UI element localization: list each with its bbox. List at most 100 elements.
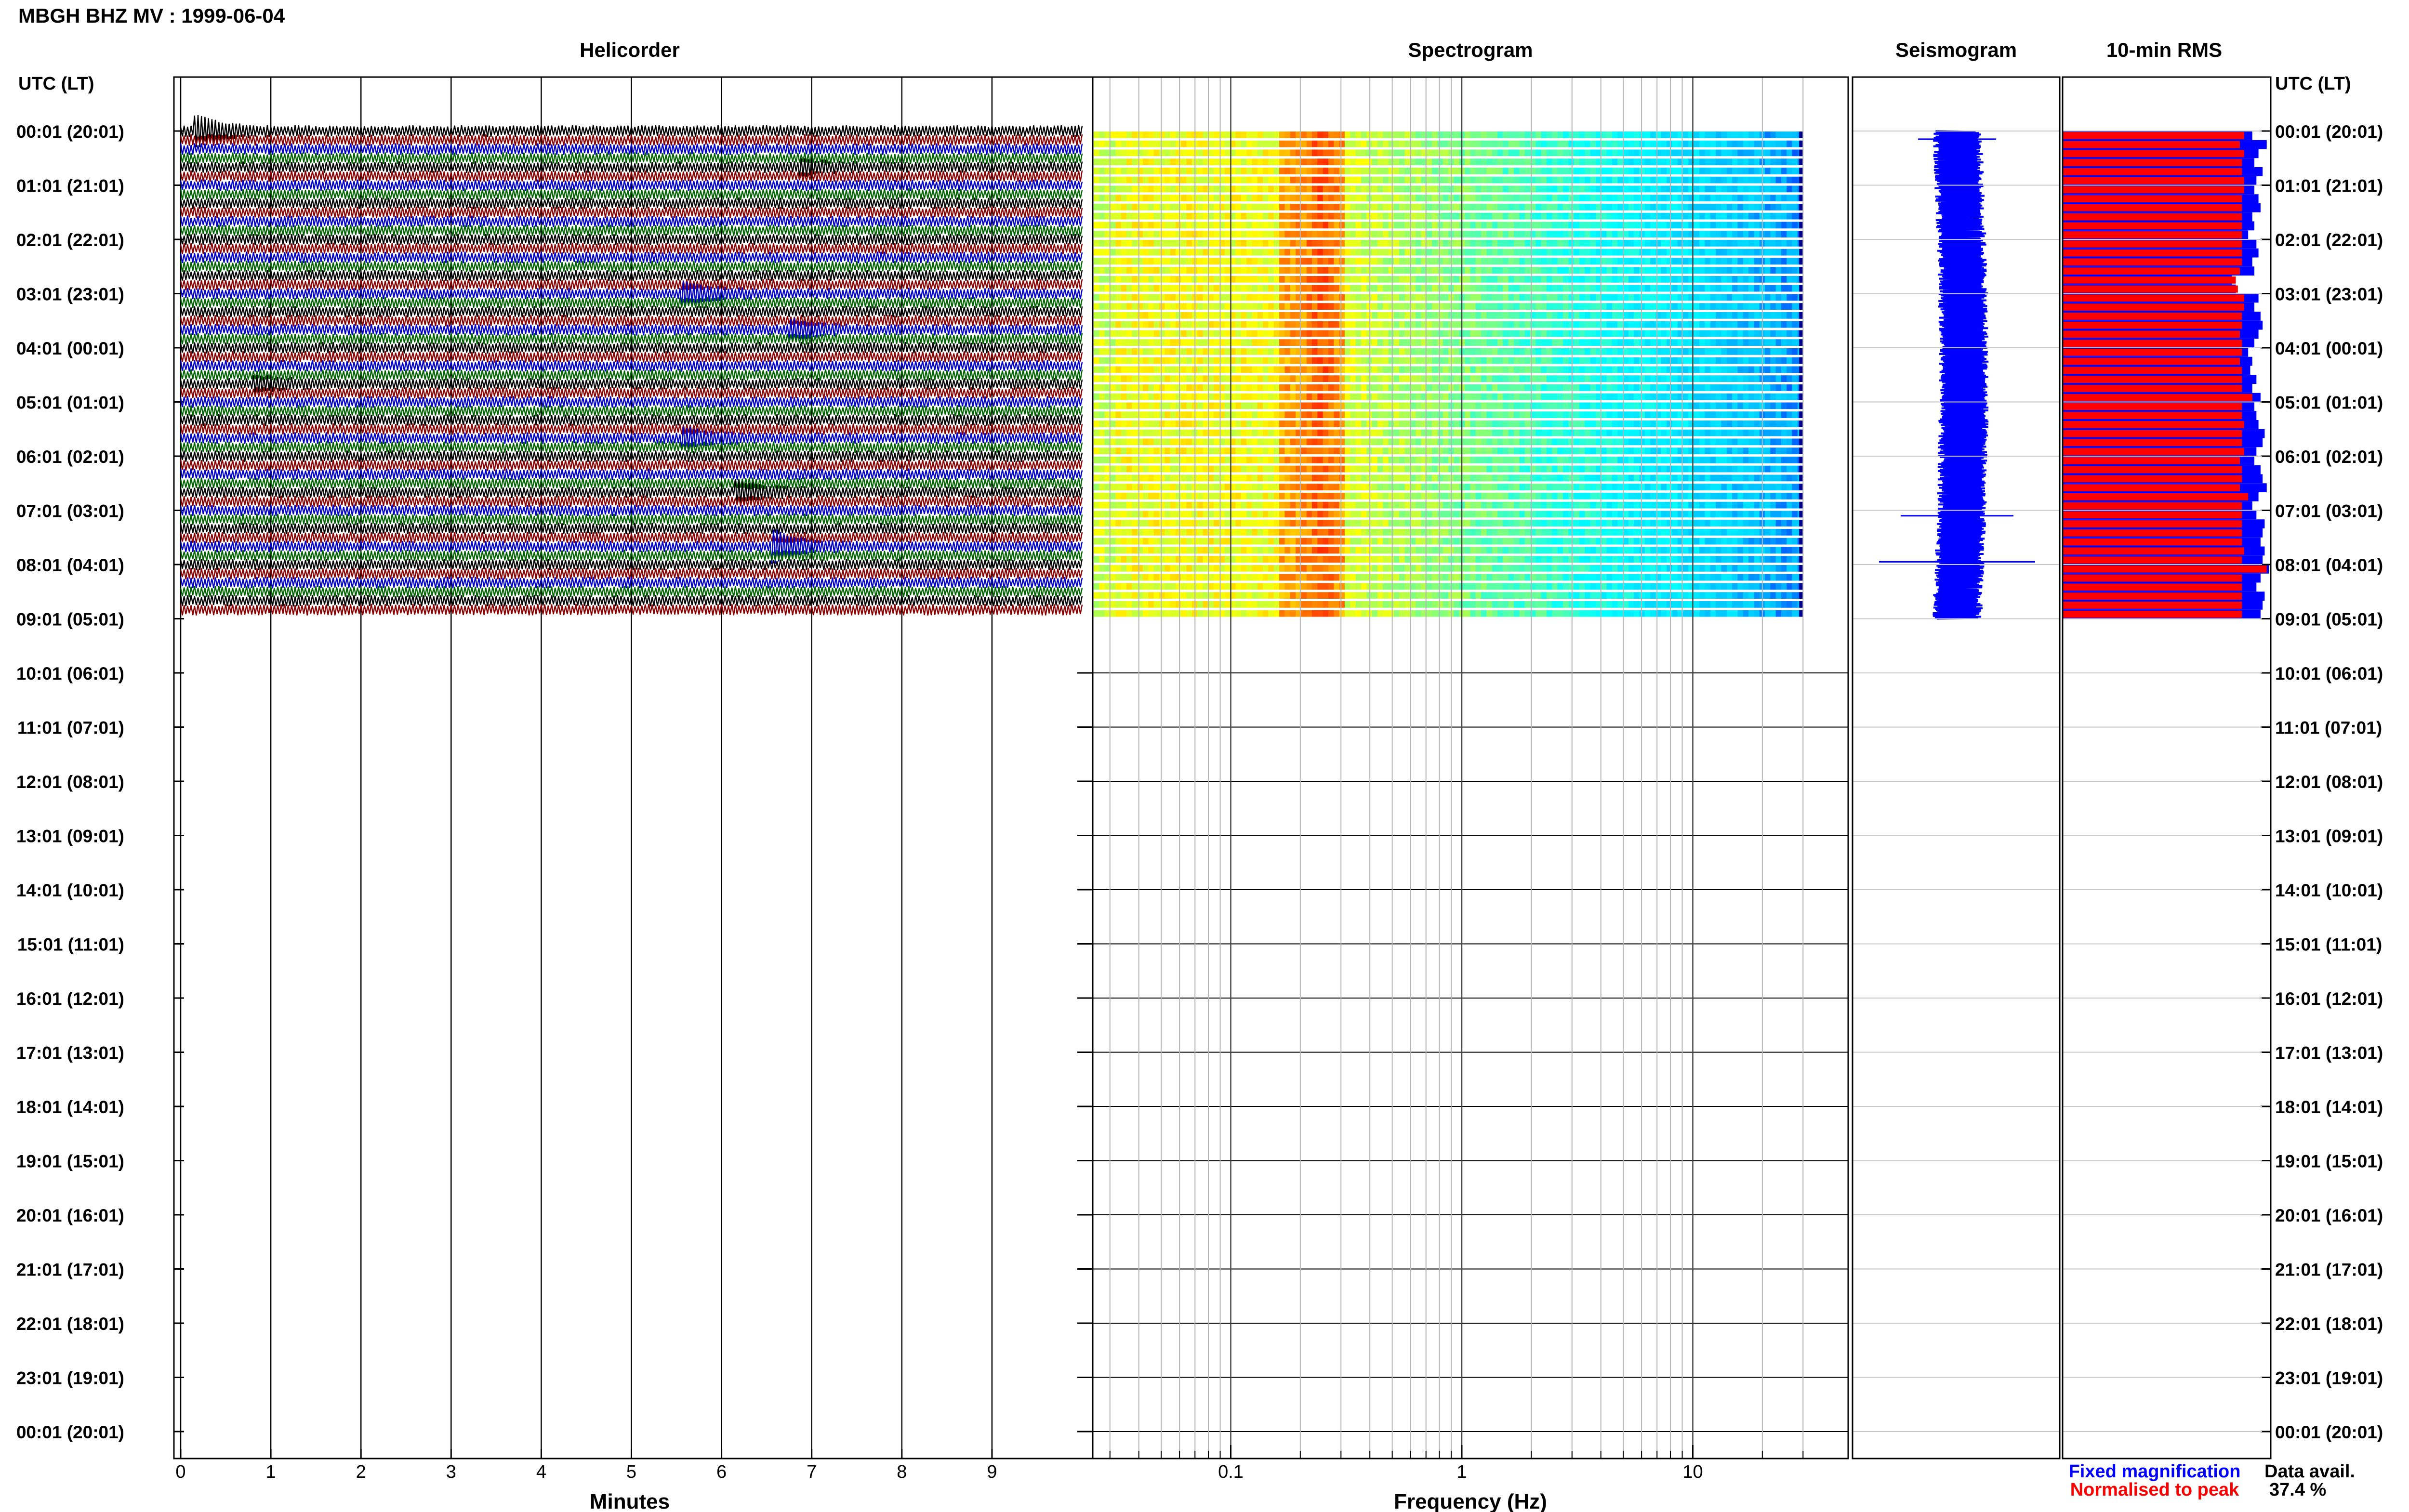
time-label-left: 00:01 (20:01) bbox=[16, 1422, 124, 1442]
helicorder-x-tick: 6 bbox=[716, 1462, 727, 1482]
rms-bar-normalised bbox=[2063, 385, 2242, 392]
rms-bar-normalised bbox=[2063, 249, 2242, 257]
rms-bar-normalised bbox=[2063, 168, 2242, 175]
time-label-left: 15:01 (11:01) bbox=[17, 935, 124, 955]
time-label-right: 07:01 (03:01) bbox=[2275, 501, 2383, 521]
time-label-left: 04:01 (00:01) bbox=[16, 339, 124, 358]
time-label-left: 19:01 (15:01) bbox=[16, 1152, 124, 1171]
rms-bar-normalised bbox=[2063, 376, 2242, 383]
rms-bar-normalised bbox=[2063, 313, 2242, 320]
rms-bar-normalised bbox=[2063, 574, 2242, 582]
rms-bar-normalised bbox=[2063, 276, 2236, 284]
rms-bar-normalised bbox=[2063, 294, 2244, 302]
rms-bar-normalised bbox=[2063, 547, 2244, 555]
time-label-right: 22:01 (18:01) bbox=[2275, 1314, 2383, 1334]
time-label-right: 19:01 (15:01) bbox=[2275, 1152, 2383, 1171]
rms-bar-normalised bbox=[2063, 367, 2242, 374]
time-header-right: UTC (LT) bbox=[2275, 74, 2351, 94]
helicorder-x-tick: 3 bbox=[446, 1462, 456, 1482]
time-label-left: 17:01 (13:01) bbox=[16, 1043, 124, 1063]
rms-bar-normalised bbox=[2063, 412, 2242, 419]
time-label-right: 16:01 (12:01) bbox=[2275, 989, 2383, 1009]
spectrogram-x-tick: 0.1 bbox=[1218, 1462, 1244, 1482]
helicorder-x-tick: 0 bbox=[175, 1462, 185, 1482]
time-label-left: 07:01 (03:01) bbox=[16, 501, 124, 521]
rms-bar-normalised bbox=[2063, 357, 2240, 365]
legend-fixed-magnification: Fixed magnification bbox=[2069, 1461, 2241, 1482]
helicorder-x-tick: 8 bbox=[897, 1462, 907, 1482]
data-avail-label: Data avail. bbox=[2264, 1461, 2355, 1482]
rms-bar-normalised bbox=[2063, 421, 2244, 428]
time-label-left: 18:01 (14:01) bbox=[16, 1097, 124, 1117]
rms-bar-normalised bbox=[2063, 340, 2242, 347]
time-label-left: 10:01 (06:01) bbox=[16, 664, 124, 684]
time-label-right: 01:01 (21:01) bbox=[2275, 176, 2383, 196]
spectrogram-frame bbox=[1092, 76, 1849, 1459]
time-label-right: 00:01 (20:01) bbox=[2275, 1422, 2383, 1442]
time-label-right: 21:01 (17:01) bbox=[2275, 1260, 2383, 1280]
helicorder-title: Helicorder bbox=[580, 39, 680, 61]
time-label-left: 20:01 (16:01) bbox=[16, 1206, 124, 1225]
figure-title: MBGH BHZ MV : 1999-06-04 bbox=[18, 4, 285, 27]
rms-bar-normalised bbox=[2063, 150, 2244, 158]
time-label-right: 10:01 (06:01) bbox=[2275, 664, 2383, 684]
time-label-right: 00:01 (20:01) bbox=[2275, 122, 2383, 142]
data-avail-value: 37.4 % bbox=[2269, 1480, 2326, 1500]
time-label-right: 09:01 (05:01) bbox=[2275, 610, 2383, 630]
rms-bar-normalised bbox=[2063, 430, 2242, 437]
rms-title: 10-min RMS bbox=[2106, 39, 2222, 61]
helicorder-x-tick: 1 bbox=[266, 1462, 276, 1482]
helicorder-figure: MBGH BHZ MV : 1999-06-04 Helicorder Spec… bbox=[16, 4, 2383, 1512]
rms-bar-normalised bbox=[2063, 538, 2242, 546]
time-header-left: UTC (LT) bbox=[18, 74, 94, 94]
time-label-left: 22:01 (18:01) bbox=[16, 1314, 124, 1334]
rms-bar-normalised bbox=[2063, 529, 2242, 537]
rms-bar-normalised bbox=[2063, 484, 2240, 491]
rms-bars bbox=[2063, 131, 2269, 619]
rms-bar-normalised bbox=[2063, 565, 2267, 573]
rms-bar-normalised bbox=[2063, 222, 2242, 230]
rms-bar-normalised bbox=[2063, 511, 2242, 519]
seismogram-trace bbox=[1879, 130, 2035, 620]
time-label-left: 11:01 (07:01) bbox=[17, 718, 124, 738]
time-label-right: 20:01 (16:01) bbox=[2275, 1206, 2383, 1225]
rms-bar-normalised bbox=[2063, 610, 2242, 618]
time-label-left: 05:01 (01:01) bbox=[16, 393, 124, 413]
seismogram-title: Seismogram bbox=[1895, 39, 2017, 61]
time-label-left: 06:01 (02:01) bbox=[16, 447, 124, 467]
rms-bar-normalised bbox=[2063, 330, 2240, 338]
time-label-left: 03:01 (23:01) bbox=[16, 285, 124, 304]
time-label-left: 16:01 (12:01) bbox=[16, 989, 124, 1009]
helicorder-x-tick: 7 bbox=[807, 1462, 817, 1482]
time-label-left: 14:01 (10:01) bbox=[16, 881, 124, 900]
rms-bar-normalised bbox=[2063, 141, 2240, 148]
rms-bar-normalised bbox=[2063, 258, 2242, 266]
time-label-left: 09:01 (05:01) bbox=[16, 610, 124, 630]
helicorder-x-tick: 4 bbox=[536, 1462, 546, 1482]
time-label-right: 18:01 (14:01) bbox=[2275, 1097, 2383, 1117]
time-label-left: 02:01 (22:01) bbox=[16, 230, 124, 250]
time-label-left: 00:01 (20:01) bbox=[16, 122, 124, 142]
rms-bar-normalised bbox=[2063, 132, 2244, 139]
helicorder-x-tick: 2 bbox=[356, 1462, 366, 1482]
time-label-right: 05:01 (01:01) bbox=[2275, 393, 2383, 413]
time-label-right: 17:01 (13:01) bbox=[2275, 1043, 2383, 1063]
rms-bar-normalised bbox=[2063, 267, 2240, 275]
rms-bar-normalised bbox=[2063, 159, 2242, 166]
time-label-right: 13:01 (09:01) bbox=[2275, 827, 2383, 846]
rms-bar-normalised bbox=[2063, 583, 2242, 591]
spectrogram-image bbox=[1094, 131, 1803, 617]
time-label-left: 12:01 (08:01) bbox=[16, 772, 124, 792]
time-label-right: 02:01 (22:01) bbox=[2275, 230, 2383, 250]
legend-normalised-to-peak: Normalised to peak bbox=[2070, 1480, 2239, 1500]
rms-bar-normalised bbox=[2063, 195, 2242, 202]
rms-bar-normalised bbox=[2063, 448, 2244, 455]
rms-bar-normalised bbox=[2063, 403, 2242, 410]
spectrogram-xlabel: Frequency (Hz) bbox=[1394, 1490, 1547, 1512]
rms-bar-normalised bbox=[2063, 240, 2242, 248]
rms-bar-normalised bbox=[2063, 303, 2244, 311]
helicorder-xlabel: Minutes bbox=[590, 1490, 670, 1512]
helicorder-x-tick: 5 bbox=[626, 1462, 636, 1482]
time-label-right: 14:01 (10:01) bbox=[2275, 881, 2383, 900]
time-label-left: 13:01 (09:01) bbox=[16, 827, 124, 846]
